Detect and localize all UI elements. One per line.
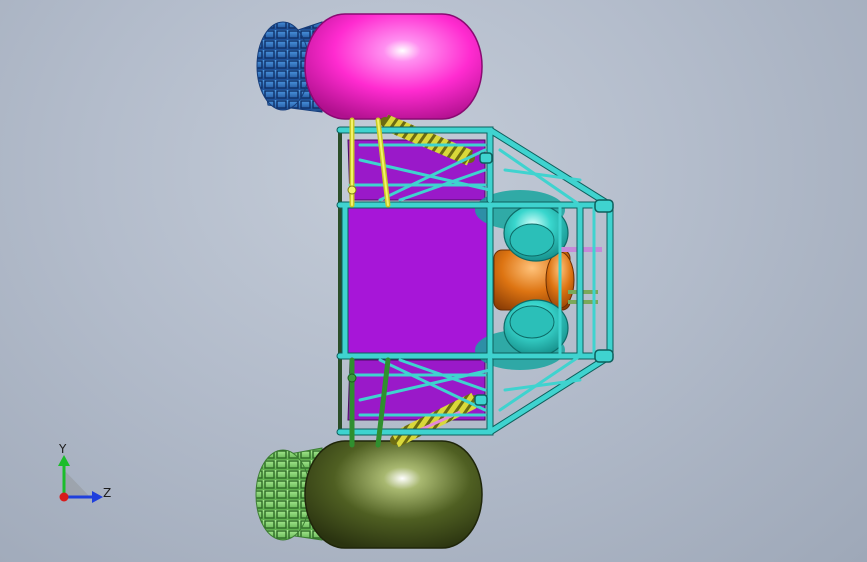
- bottom-wheel-rim[interactable]: [304, 440, 483, 549]
- z-axis-label: Z: [103, 486, 111, 500]
- y-axis-label: Y: [58, 442, 67, 456]
- axis-triad: Y Z: [58, 442, 111, 503]
- main-floor-panel[interactable]: [341, 205, 491, 357]
- top-wheel-assembly[interactable]: [256, 13, 483, 120]
- model-canvas[interactable]: Y Z: [0, 0, 867, 562]
- axis-plane-icon: [64, 470, 90, 497]
- cad-viewport[interactable]: Y Z: [0, 0, 867, 562]
- bottom-wheel-assembly[interactable]: [255, 440, 483, 549]
- top-wheel-rim[interactable]: [304, 13, 483, 120]
- lower-intake[interactable]: [503, 299, 569, 357]
- upper-intake[interactable]: [503, 204, 569, 262]
